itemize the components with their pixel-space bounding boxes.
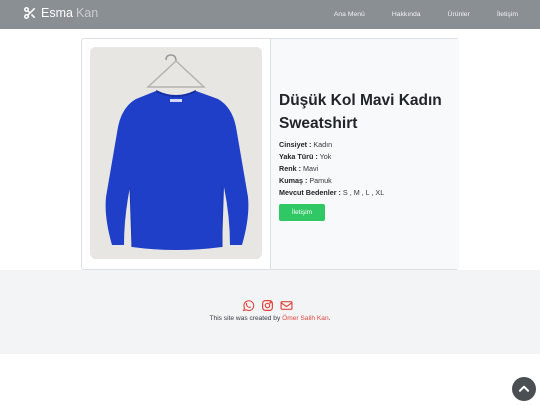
footer-credit: This site was created by Ömer Salih Kan. xyxy=(209,315,331,322)
product-title: Düşük Kol Mavi Kadın Sweatshirt xyxy=(279,92,442,132)
brand-name: Esma xyxy=(41,6,73,20)
attr-sizes: Mevcut Bedenler : S , M , L , XL xyxy=(279,188,385,197)
brand-logo[interactable]: Esma Kan xyxy=(23,6,98,20)
nav-item-home[interactable]: Ana Menü xyxy=(334,11,365,18)
author-link[interactable]: Ömer Salih Kan xyxy=(282,315,329,322)
navbar: Esma Kan Ana Menü Hakkında Ürünler İleti… xyxy=(0,0,540,29)
attr-fabric: Kumaş : Pamuk xyxy=(279,176,332,185)
instagram-icon[interactable] xyxy=(261,299,274,312)
product-image xyxy=(90,47,262,259)
nav-item-contact[interactable]: İletişim xyxy=(497,11,518,18)
nav-item-about[interactable]: Hakkında xyxy=(392,11,421,18)
brand-suffix: Kan xyxy=(75,6,99,20)
sweatshirt-image xyxy=(90,47,262,259)
product-card: Düşük Kol Mavi Kadın Sweatshirt Cinsiyet… xyxy=(81,38,459,270)
footer: This site was created by Ömer Salih Kan. xyxy=(0,270,540,354)
chevron-up-icon xyxy=(518,385,530,392)
social-icons xyxy=(242,299,293,312)
scissors-icon xyxy=(23,6,36,20)
nav-menu: Ana Menü Hakkında Ürünler İletişim xyxy=(307,0,518,29)
whatsapp-icon[interactable] xyxy=(242,299,255,312)
nav-item-products[interactable]: Ürünler xyxy=(448,11,470,18)
scroll-to-top-button[interactable] xyxy=(512,377,536,401)
attr-color: Renk : Mavi xyxy=(279,164,319,173)
mail-icon[interactable] xyxy=(280,299,293,312)
attr-collar: Yaka Türü : Yok xyxy=(279,152,332,161)
product-details: Düşük Kol Mavi Kadın Sweatshirt Cinsiyet… xyxy=(270,39,459,269)
contact-button[interactable]: İletişim xyxy=(279,204,325,221)
attr-gender: Cinsiyet : Kadın xyxy=(279,140,333,149)
